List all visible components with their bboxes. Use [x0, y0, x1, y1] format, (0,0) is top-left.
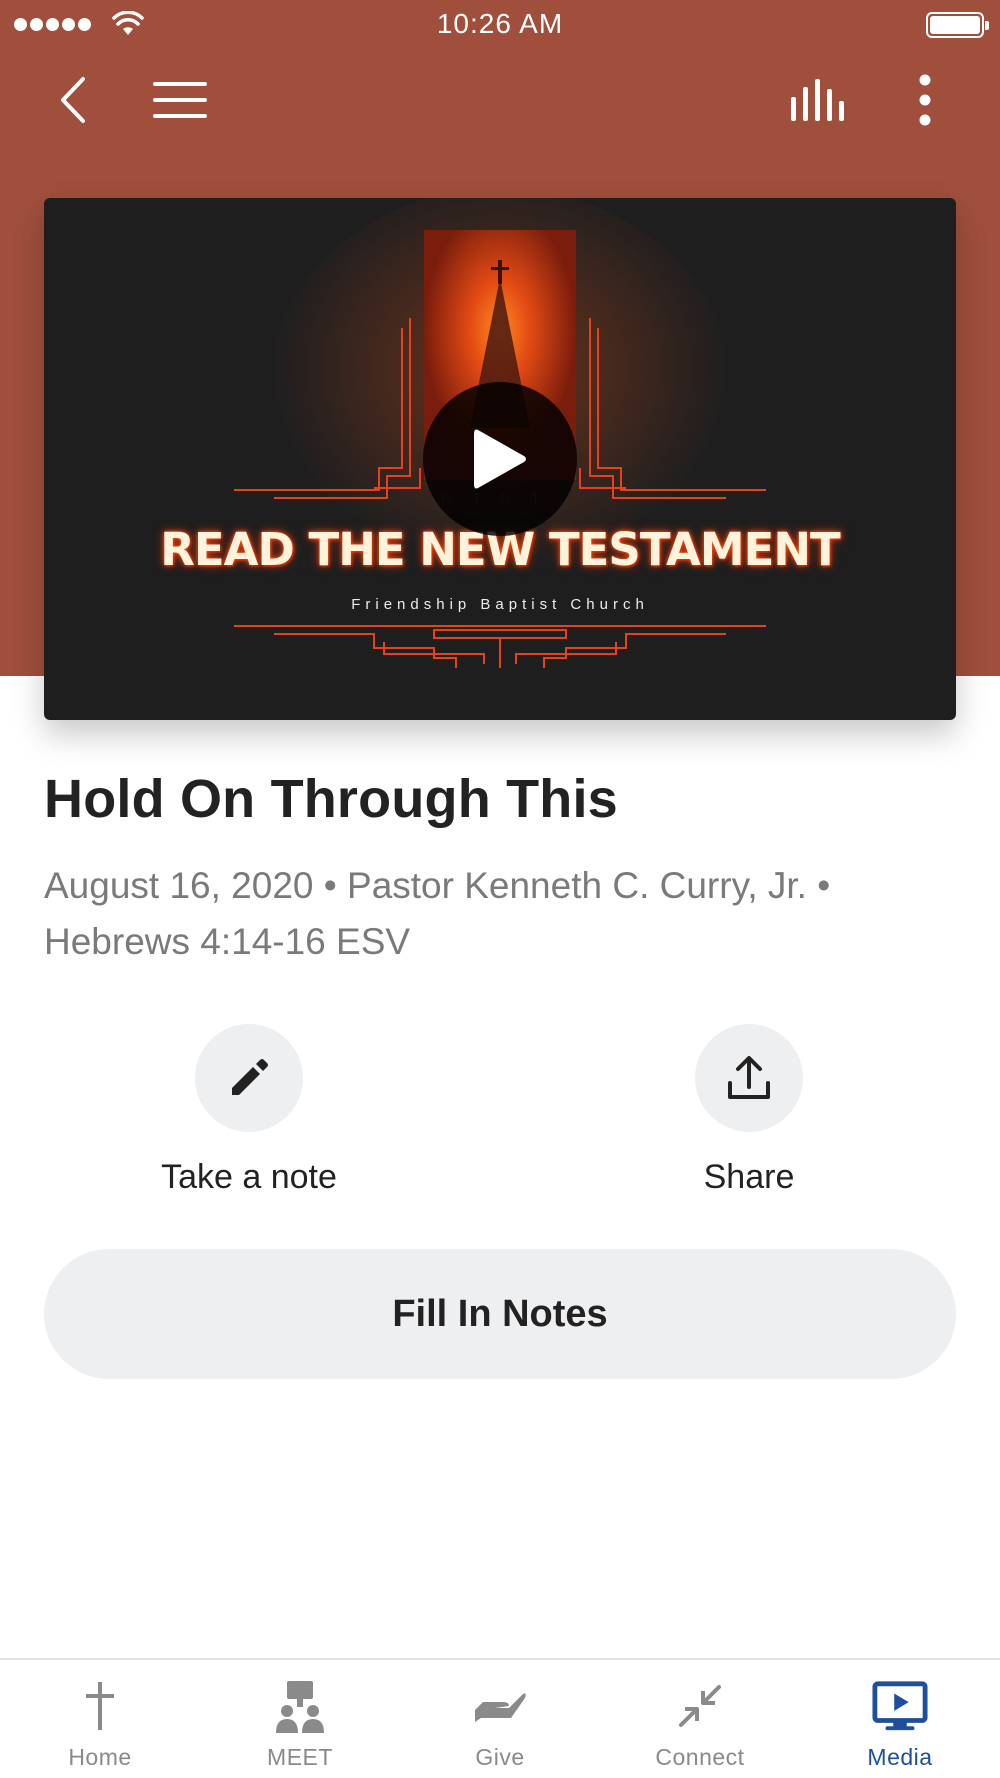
meeting-people-icon [276, 1681, 324, 1733]
tab-meet-label: MEET [267, 1744, 333, 1770]
tab-connect[interactable]: Connect [600, 1660, 800, 1778]
fill-in-notes-button[interactable]: Fill In Notes [44, 1249, 956, 1379]
status-time: 10:26 AM [436, 8, 564, 39]
share-circle [695, 1024, 803, 1132]
pencil-icon [232, 1059, 268, 1095]
tab-media[interactable]: Media [800, 1660, 1000, 1778]
status-bar: 10:26 AM [0, 0, 1000, 50]
media-screen-icon [872, 1681, 928, 1731]
tab-home[interactable]: Home [0, 1660, 200, 1778]
tab-give-label: Give [475, 1744, 525, 1770]
menu-button[interactable] [148, 70, 214, 130]
sermon-meta: August 16, 2020 • Pastor Kenneth C. Curr… [44, 865, 831, 962]
back-button[interactable] [44, 70, 104, 130]
tab-connect-label: Connect [655, 1744, 745, 1770]
more-options-button[interactable] [900, 70, 950, 130]
battery-icon [926, 12, 989, 38]
audio-bars-icon [791, 79, 844, 121]
thumbnail-subtitle: Friendship Baptist Church [351, 596, 649, 613]
giving-hand-icon [475, 1693, 526, 1722]
video-player[interactable]: R.T.N.T. READ THE NEW TESTAMENT Friendsh… [44, 198, 956, 720]
play-icon [474, 429, 526, 489]
cross-icon [86, 1682, 114, 1730]
sermon-title: Hold On Through This [44, 769, 618, 829]
tab-give[interactable]: Give [400, 1660, 600, 1778]
tab-bar: Home MEET Give Connect Media [0, 1658, 1000, 1778]
tab-meet[interactable]: MEET [200, 1660, 400, 1778]
share-label: Share [703, 1158, 795, 1196]
tab-home-label: Home [68, 1744, 132, 1770]
connect-arrows-icon [679, 1685, 721, 1727]
vertical-ellipsis-icon [919, 74, 931, 126]
share-button[interactable]: Share [619, 1024, 879, 1197]
audio-button[interactable] [780, 70, 856, 130]
hamburger-menu-icon [153, 82, 207, 118]
take-note-circle [195, 1024, 303, 1132]
play-button[interactable] [423, 382, 577, 536]
take-note-label: Take a note [161, 1158, 337, 1196]
take-note-button[interactable]: Take a note [119, 1024, 379, 1197]
tab-media-label: Media [867, 1744, 933, 1770]
chevron-left-icon [61, 77, 85, 123]
share-upload-icon [728, 1056, 770, 1099]
